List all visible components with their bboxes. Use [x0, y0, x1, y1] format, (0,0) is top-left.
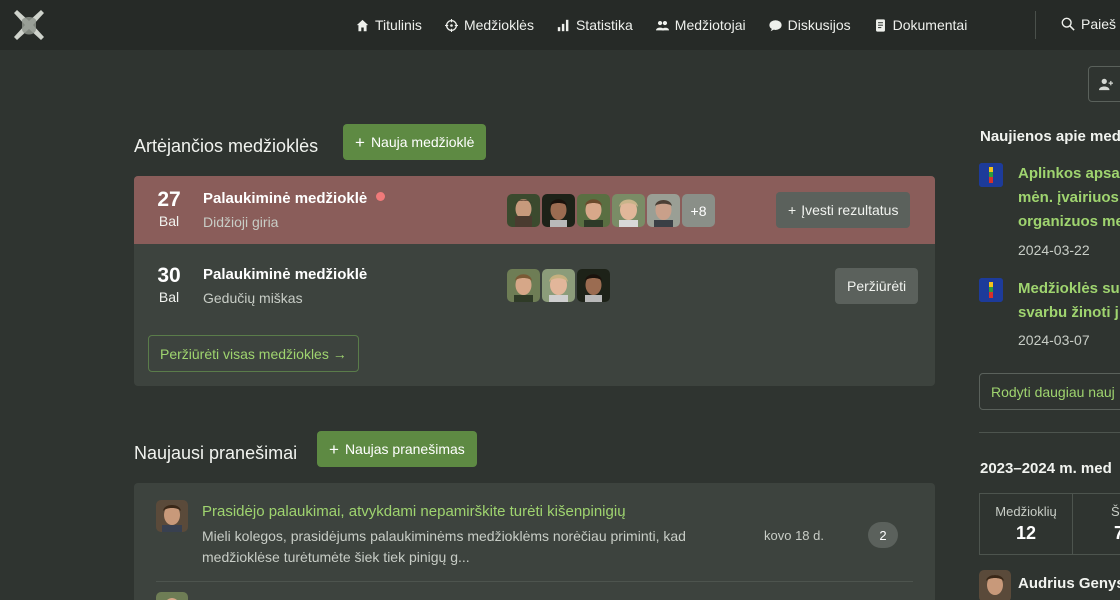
- comment-count-badge[interactable]: 2: [868, 522, 898, 548]
- nav-label: Medžiotojai: [674, 17, 746, 33]
- avatar: [577, 269, 610, 302]
- news-section-title: Naujienos apie med: [980, 128, 1120, 145]
- news-line: Medžioklės su: [1018, 280, 1120, 297]
- nav-item-diskusijos[interactable]: Diskusijos: [769, 17, 851, 33]
- post-author-avatar[interactable]: [156, 500, 188, 532]
- search-icon: [1061, 17, 1075, 31]
- hunt-row[interactable]: 30 Bal Palaukiminė medžioklė Gedučių miš…: [134, 252, 935, 320]
- add-user-button[interactable]: [1088, 66, 1120, 102]
- post-title-link[interactable]: Prasidėjo palaukimai, atvykdami nepamirš…: [202, 503, 626, 520]
- hunt-row[interactable]: 27 Bal Palaukiminė medžioklė Didžioji gi…: [134, 176, 935, 244]
- hunt-location: Gedučių miškas: [203, 290, 303, 306]
- news-item-link[interactable]: Aplinkos apsa mėn. įvairiuos organizuos …: [1018, 162, 1120, 234]
- nav-item-statistika[interactable]: Statistika: [557, 17, 633, 33]
- home-icon: [356, 19, 369, 31]
- main-nav: Titulinis Medžioklės Statistika Medžioto…: [356, 0, 967, 50]
- hunt-date: 30 Bal: [134, 264, 204, 306]
- hunt-date: 27 Bal: [134, 188, 204, 230]
- hunt-month: Bal: [158, 213, 180, 229]
- latest-posts-title: Naujausi pranešimai: [134, 443, 298, 463]
- view-hunt-button[interactable]: Peržiūrėti: [835, 268, 919, 304]
- avatar: [542, 269, 575, 302]
- nav-item-medziotojai[interactable]: Medžiotojai: [655, 17, 746, 33]
- stat-hunts: Medžioklių 12: [979, 493, 1073, 555]
- crosshair-icon: [444, 18, 458, 32]
- post-excerpt: Mieli kolegos, prasidėjums palaukiminėms…: [202, 528, 686, 565]
- news-line: mėn. įvairiuos: [1018, 189, 1119, 206]
- new-hunt-button[interactable]: + Nauja medžioklė: [343, 124, 487, 160]
- news-date: 2024-03-07: [1018, 332, 1090, 348]
- plus-icon: +: [329, 439, 339, 459]
- more-participants-badge[interactable]: +8: [682, 194, 715, 227]
- avatar: [507, 194, 540, 227]
- post-author-avatar[interactable]: [156, 592, 188, 600]
- participants-avatars[interactable]: +8: [507, 194, 715, 227]
- news-date: 2024-03-22: [1018, 242, 1090, 258]
- nav-label: Diskusijos: [787, 17, 851, 33]
- users-icon: [655, 20, 669, 30]
- search-label: Paieš: [1081, 16, 1117, 32]
- avatar: [647, 194, 680, 227]
- enter-results-button[interactable]: + Įvesti rezultatus: [776, 192, 911, 228]
- avatar: [542, 194, 575, 227]
- news-source-icon: [979, 163, 1003, 187]
- plus-icon: +: [355, 132, 365, 152]
- plus-icon: +: [788, 202, 797, 218]
- hunt-month: Bal: [158, 289, 180, 305]
- enter-results-label: Įvesti rezultatus: [801, 202, 899, 218]
- chat-icon: [769, 19, 782, 31]
- view-all-hunts-link[interactable]: Peržiūrėti visas medžiokles →: [148, 335, 359, 372]
- post-date: kovo 18 d.: [764, 528, 824, 543]
- news-source-icon: [979, 278, 1003, 302]
- logo-icon[interactable]: [10, 6, 48, 44]
- nav-item-medziokles[interactable]: Medžioklės: [444, 17, 534, 33]
- leader-name[interactable]: Audrius Genys: [1018, 575, 1120, 592]
- news-item-link[interactable]: Medžioklės su svarbu žinoti j: [1018, 277, 1120, 325]
- news-line: svarbu žinoti j: [1018, 304, 1119, 321]
- news-line: organizuos me: [1018, 213, 1120, 230]
- upcoming-hunts-title: Artėjančios medžioklės: [134, 136, 319, 156]
- stat-value: 7: [1113, 523, 1120, 543]
- add-user-icon: [1099, 78, 1113, 91]
- hunt-name[interactable]: Palaukiminė medžioklė: [203, 190, 386, 207]
- nav-item-titulinis[interactable]: Titulinis: [356, 17, 422, 33]
- bar-chart-icon: [557, 19, 569, 31]
- nav-label: Statistika: [575, 17, 633, 33]
- hunt-name-text: Palaukiminė medžioklė: [203, 190, 368, 207]
- nav-label: Dokumentai: [892, 17, 968, 33]
- avatar: [507, 269, 540, 302]
- news-line: Aplinkos apsa: [1018, 165, 1120, 182]
- stat-shots: Šū 7: [1072, 493, 1120, 555]
- more-news-button[interactable]: Rodyti daugiau nauj: [979, 373, 1120, 410]
- hunt-name[interactable]: Palaukiminė medžioklė: [203, 266, 367, 283]
- nav-item-dokumentai[interactable]: Dokumentai: [874, 17, 968, 33]
- nav-divider: [1035, 11, 1036, 39]
- nav-label: Titulinis: [375, 17, 422, 33]
- hunt-day: 27: [157, 188, 181, 211]
- top-navbar: Titulinis Medžioklės Statistika Medžioto…: [0, 0, 1120, 50]
- hunt-day: 30: [157, 264, 181, 287]
- new-hunt-label: Nauja medžioklė: [370, 134, 475, 150]
- stat-value: 12: [1015, 523, 1037, 543]
- participants-avatars[interactable]: [507, 269, 610, 302]
- new-post-button[interactable]: + Naujas pranešimas: [317, 431, 477, 467]
- nav-label: Medžioklės: [463, 17, 534, 33]
- leader-avatar[interactable]: [979, 570, 1011, 600]
- search-button[interactable]: Paieš: [1061, 16, 1116, 32]
- right-divider: [979, 432, 1120, 433]
- avatar: [577, 194, 610, 227]
- season-stats-title: 2023–2024 m. med: [980, 460, 1112, 477]
- status-dot-icon: [376, 192, 386, 201]
- document-icon: [875, 18, 885, 32]
- stat-label: Šū: [1111, 504, 1120, 519]
- avatar: [612, 194, 645, 227]
- post-divider: [156, 581, 913, 582]
- hunt-location: Didžioji giria: [203, 214, 279, 230]
- stat-label: Medžioklių: [995, 504, 1057, 519]
- new-post-label: Naujas pranešimas: [344, 441, 465, 457]
